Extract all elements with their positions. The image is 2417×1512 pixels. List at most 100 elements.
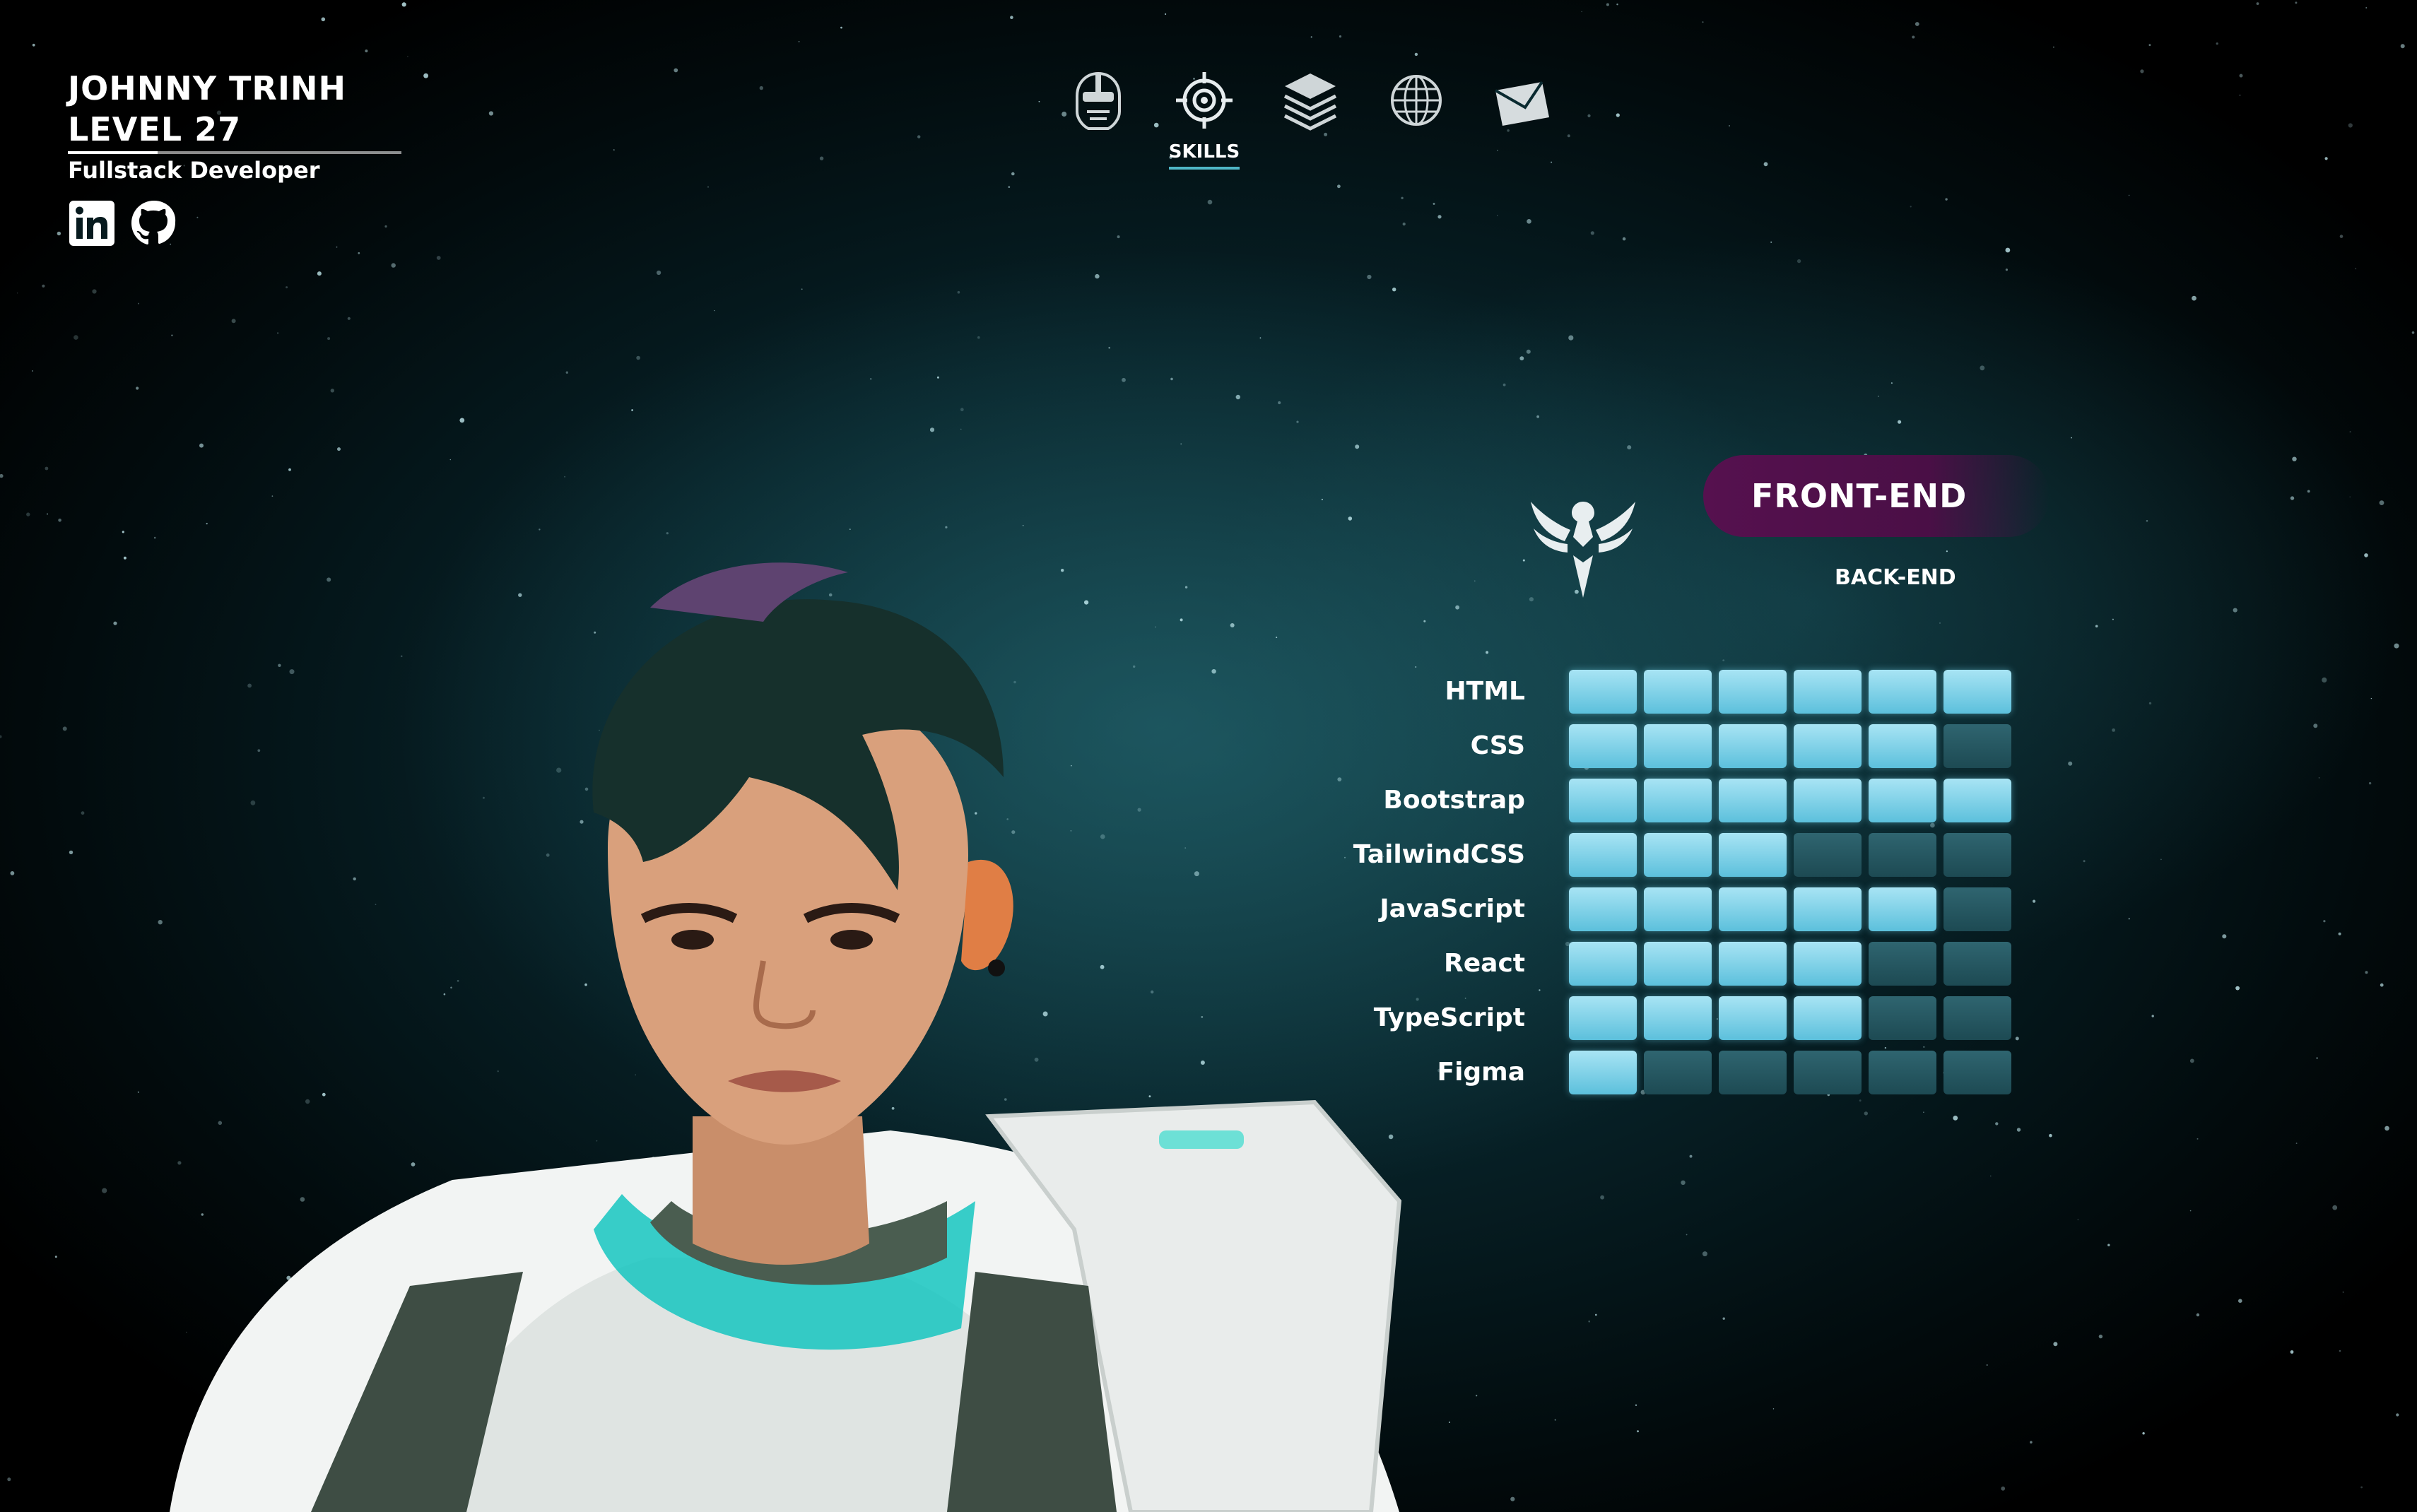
skill-level-cell-empty [1943, 1050, 2011, 1094]
star [0, 735, 2, 738]
star [2071, 437, 2072, 439]
nav-item-network[interactable] [1387, 68, 1446, 170]
star [47, 513, 48, 515]
star [1581, 11, 1582, 13]
star [1590, 231, 1594, 235]
linkedin-icon[interactable] [68, 199, 116, 247]
skill-level-cell-filled [1719, 887, 1787, 931]
star [2313, 723, 2318, 728]
skill-level-cell-filled [1943, 669, 2011, 714]
star [2160, 858, 2162, 861]
tab-front-end[interactable]: FRONT-END [1703, 455, 2050, 537]
skill-level-cell-empty [1943, 832, 2011, 877]
nav-item-contact[interactable] [1493, 68, 1552, 170]
star [2112, 618, 2114, 620]
star [1627, 445, 1632, 450]
star [2077, 1219, 2079, 1221]
star [2005, 268, 2008, 271]
star [759, 85, 764, 90]
star [2192, 295, 2197, 301]
star [2233, 608, 2237, 613]
star [286, 286, 288, 289]
star [2394, 643, 2399, 649]
star [1437, 215, 1442, 219]
star [81, 811, 85, 815]
star [1702, 1251, 1707, 1257]
star [2189, 1058, 2194, 1063]
star [1946, 550, 1948, 553]
star [2379, 500, 2384, 505]
star [2197, 1138, 2199, 1140]
star [957, 290, 960, 294]
star [1729, 125, 1730, 126]
star [2338, 932, 2341, 935]
skill-level-meter [1569, 778, 2011, 822]
star [10, 871, 15, 875]
star [1689, 1154, 1693, 1158]
star [1414, 52, 1418, 57]
skill-level-cell-empty [1869, 832, 1936, 877]
star [1606, 3, 1609, 6]
skill-level-cell-filled [1644, 832, 1712, 877]
skill-level-cell-filled [1644, 669, 1712, 714]
star [1772, 1408, 1775, 1410]
star [1796, 259, 1801, 264]
skill-level-cell-filled [1943, 778, 2011, 822]
star [2189, 1210, 2192, 1212]
star [2148, 702, 2152, 705]
star [1616, 4, 1618, 6]
star [26, 512, 30, 516]
star [613, 149, 615, 150]
star [1877, 396, 1879, 397]
star [62, 726, 67, 731]
star [1770, 241, 1772, 243]
star [917, 135, 921, 138]
star [58, 519, 61, 522]
skill-level-meter [1569, 832, 2011, 877]
nav-item-projects[interactable] [1281, 68, 1340, 170]
star [1953, 1116, 1958, 1121]
star [1392, 288, 1396, 292]
star [1554, 1419, 1556, 1421]
star [2095, 625, 2098, 628]
star [1321, 498, 1323, 501]
star [1722, 659, 1725, 661]
skill-level-cell-filled [1869, 723, 1936, 768]
star [1170, 377, 1173, 381]
star [1117, 235, 1120, 239]
star [1681, 1180, 1686, 1186]
skill-level-cell-filled [1569, 996, 1637, 1040]
star [2030, 1441, 2033, 1444]
xp-bar [68, 151, 401, 154]
player-name: JOHNNY TRINH [68, 69, 346, 107]
star [2316, 1057, 2318, 1059]
tab-back-end[interactable]: BACK-END [1835, 565, 1956, 590]
star [2365, 7, 2368, 8]
github-icon[interactable] [130, 199, 178, 247]
skill-level-cell-filled [1644, 996, 1712, 1040]
skill-level-cell-filled [1719, 832, 1787, 877]
star [1910, 206, 1912, 208]
nav-item-skills[interactable]: SKILLS [1168, 68, 1240, 170]
star [2355, 268, 2357, 270]
star [1986, 1364, 1988, 1366]
star [2222, 934, 2227, 939]
star [2290, 1350, 2294, 1354]
star [1980, 365, 1985, 371]
nav-item-profile[interactable] [1069, 68, 1128, 170]
star [2151, 1015, 2154, 1017]
star [2239, 73, 2243, 78]
star [1207, 199, 1213, 205]
star [2256, 2, 2259, 5]
skill-level-cell-filled [1644, 723, 1712, 768]
skill-level-cell-filled [1719, 723, 1787, 768]
skill-level-meter [1569, 669, 2011, 714]
star [2049, 1133, 2052, 1138]
star [2015, 1036, 2019, 1041]
skill-level-cell-filled [1794, 723, 1862, 768]
star [1915, 22, 1919, 26]
star [136, 386, 139, 390]
star [347, 317, 351, 320]
star [1433, 203, 1435, 205]
star [1616, 113, 1620, 117]
